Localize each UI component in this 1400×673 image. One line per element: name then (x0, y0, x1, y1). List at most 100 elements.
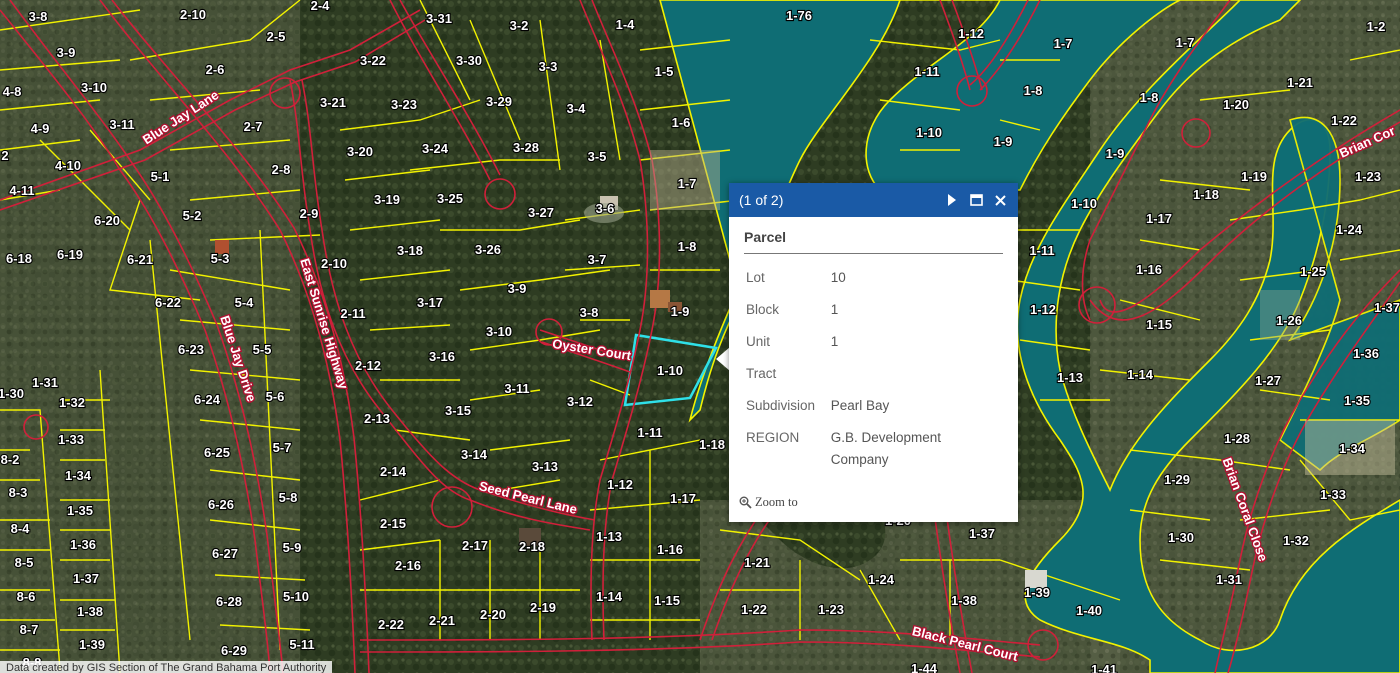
lot-label: 2-5 (267, 29, 286, 44)
lot-label: 1-37 (1374, 300, 1400, 315)
lot-label: 5-5 (253, 342, 272, 357)
lot-label: 1-26 (1276, 313, 1302, 328)
parcel-popup: (1 of 2) Parcel Lot 10 Block 1 Unit 1 Tract… (729, 183, 1018, 522)
attribute-value: 10 (830, 270, 846, 285)
popup-header: (1 of 2) (729, 183, 1018, 217)
attribute-key: Tract (746, 366, 777, 381)
lot-label: 3-8 (580, 305, 599, 320)
lot-label: 1-18 (699, 437, 725, 452)
lot-label: 1-5 (655, 64, 674, 79)
lot-label: 1-17 (670, 491, 696, 506)
lot-label: 1-8 (1024, 83, 1043, 98)
lot-label: 2-6 (206, 62, 225, 77)
lot-label: 2-14 (380, 464, 407, 479)
lot-label: 3-29 (486, 94, 512, 109)
lot-label: 6-25 (204, 445, 230, 460)
lot-label: 3-25 (437, 191, 463, 206)
lot-label: 6-26 (208, 497, 234, 512)
lot-label: 3-28 (513, 140, 539, 155)
lot-label: 1-33 (58, 432, 84, 447)
lot-label: 2-7 (244, 119, 263, 134)
lot-label: 3-4 (567, 101, 587, 116)
lot-label: 3-14 (461, 447, 488, 462)
attribute-row: Block 1 (744, 294, 1003, 326)
lot-label: 2 (1, 148, 8, 163)
lot-label: 1-40 (1076, 603, 1102, 618)
lot-label: 5-7 (273, 440, 292, 455)
lot-label: 1-29 (1164, 472, 1190, 487)
attribute-value: G.B. Development Company (830, 430, 942, 467)
lot-label: 2-18 (519, 539, 545, 554)
lot-label: 1-20 (1223, 97, 1249, 112)
lot-label: 1-18 (1193, 187, 1219, 202)
lot-label: 1-12 (958, 26, 984, 41)
lot-label: 6-21 (127, 252, 153, 267)
lot-label: 1-35 (1344, 393, 1370, 408)
attribute-row: REGION G.B. Development Company (744, 422, 1003, 476)
lot-label: 3-21 (320, 95, 346, 110)
lot-label: 2-21 (429, 613, 455, 628)
lot-label: 3-12 (567, 394, 593, 409)
lot-label: 2-19 (530, 600, 556, 615)
zoom-icon (739, 496, 752, 509)
attribute-key: Unit (746, 334, 771, 349)
maximize-icon (969, 194, 983, 206)
lot-label: 1-76 (786, 8, 812, 23)
map-canvas[interactable]: Blue Jay LaneEast Sunrise HighwayBlue Ja… (0, 0, 1400, 673)
lot-label: 1-13 (1057, 370, 1083, 385)
lot-label: 1-16 (657, 542, 683, 557)
close-button[interactable] (988, 183, 1012, 217)
attribute-value: 1 (830, 334, 839, 349)
lot-label: 3-19 (374, 192, 400, 207)
lot-label: 1-12 (607, 477, 633, 492)
next-feature-button[interactable] (940, 183, 964, 217)
popup-title: Parcel (744, 229, 1003, 254)
lot-label: 5-6 (266, 389, 285, 404)
attribute-key: REGION (746, 430, 800, 445)
lot-label: 1-2 (1367, 19, 1386, 34)
lot-label: 1-21 (1287, 75, 1313, 90)
lot-label: 1-9 (994, 134, 1013, 149)
lot-label: 8-2 (1, 452, 20, 467)
lot-label: 1-12 (1030, 302, 1056, 317)
maximize-button[interactable] (964, 183, 988, 217)
popup-pointer (716, 347, 730, 371)
lot-label: 8-5 (15, 555, 34, 570)
attribute-row: Tract (744, 358, 1003, 390)
lot-label: 5-1 (151, 169, 170, 184)
attribute-table: Lot 10 Block 1 Unit 1 Tract Subdivision Pear… (744, 262, 1003, 476)
lot-label: 5-10 (283, 589, 309, 604)
lot-label: 3-27 (528, 205, 554, 220)
lot-label: 3-11 (504, 381, 529, 396)
map-attribution: Data created by GIS Section of The Grand… (0, 661, 333, 673)
lot-label: 1-39 (1024, 585, 1050, 600)
zoom-to-link[interactable]: Zoom to (739, 495, 798, 510)
attribute-row: Subdivision Pearl Bay (744, 390, 1003, 422)
lot-label: 1-35 (67, 503, 93, 518)
lot-label: 3-10 (81, 80, 107, 95)
lot-label: 3-23 (391, 97, 417, 112)
lot-label: 6-23 (178, 342, 204, 357)
attribute-row: Unit 1 (744, 326, 1003, 358)
lot-label: 2-8 (272, 162, 291, 177)
lot-label: 4-8 (3, 84, 22, 99)
lot-label: 1-10 (916, 125, 942, 140)
lot-label: 8-6 (17, 589, 36, 604)
lot-label: 3-7 (588, 252, 607, 267)
lot-label: 5-4 (235, 295, 255, 310)
lot-label: 3-3 (539, 59, 558, 74)
lot-label: 2-11 (340, 306, 365, 321)
lot-label: 1-15 (1146, 317, 1172, 332)
lot-label: 2-22 (378, 617, 404, 632)
lot-label: 1-34 (65, 468, 92, 483)
lot-label: 3-22 (360, 53, 386, 68)
lot-label: 6-27 (212, 546, 238, 561)
lot-label: 3-9 (508, 281, 527, 296)
lot-label: 3-15 (445, 403, 471, 418)
lot-label: 1-31 (1216, 572, 1242, 587)
lot-label: 1-10 (1071, 196, 1097, 211)
lot-label: 1-36 (70, 537, 96, 552)
lot-label: 1-8 (1140, 90, 1159, 105)
lot-label: 1-21 (744, 555, 770, 570)
lot-label: 2-10 (321, 256, 347, 271)
